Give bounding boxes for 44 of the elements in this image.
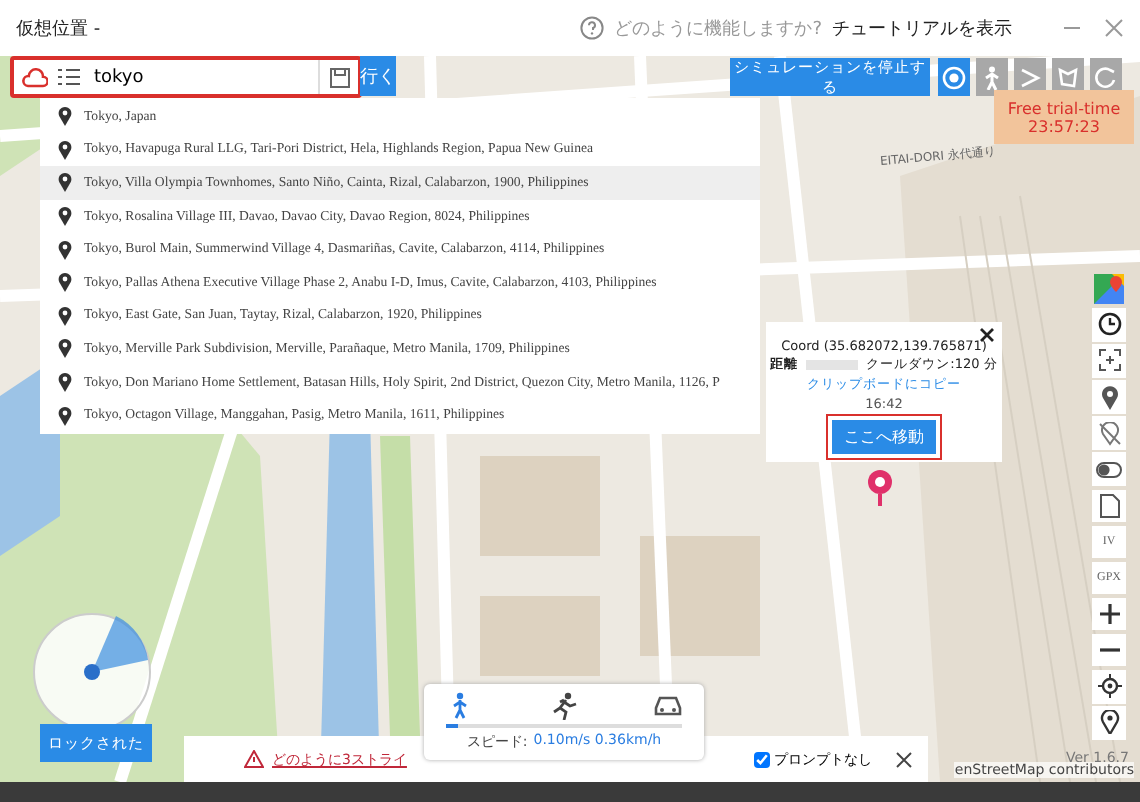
run-speed-button[interactable] (548, 690, 580, 720)
pin-icon (58, 305, 72, 326)
tutorial-link[interactable]: チュートリアルを表示 (832, 15, 1012, 41)
save-icon[interactable] (330, 67, 350, 87)
no-prompt-checkbox[interactable] (754, 751, 770, 767)
location-pin-icon (866, 468, 894, 508)
target-icon (942, 65, 966, 89)
blurred-value (806, 360, 859, 370)
teleport-mode-button[interactable] (938, 58, 970, 96)
pin-icon (58, 405, 72, 426)
walking-person-icon (980, 65, 1004, 89)
history-icon[interactable] (1092, 308, 1126, 342)
pin-off-icon[interactable] (1092, 416, 1126, 450)
trial-label: Free trial-time (1007, 99, 1121, 117)
close-icon[interactable] (980, 328, 994, 342)
close-icon[interactable] (896, 751, 912, 767)
help-question: どのように機能しますか? (614, 17, 822, 41)
pin-icon (58, 139, 72, 160)
pin-icon[interactable] (1092, 380, 1126, 414)
marker-icon[interactable] (1092, 706, 1126, 740)
go-button[interactable]: 行く (360, 56, 396, 96)
zoom-out-icon[interactable] (1092, 633, 1126, 667)
crosshair-icon[interactable] (1092, 344, 1126, 378)
trial-time: 23:57:23 (1028, 117, 1100, 135)
pin-icon (58, 272, 72, 293)
toggle-icon[interactable] (1092, 452, 1126, 486)
polygon-route-icon (1056, 65, 1080, 89)
pin-icon (58, 206, 72, 227)
pin-icon (58, 372, 72, 393)
warning-icon (244, 750, 264, 768)
search-field[interactable]: tokyo (10, 56, 362, 98)
route-icon (1018, 65, 1042, 89)
cloud-icon[interactable] (22, 67, 48, 87)
pin-icon (58, 106, 72, 127)
pin-icon (58, 239, 72, 260)
pin-icon (58, 172, 72, 193)
file-icon[interactable] (1092, 489, 1126, 523)
help-icon (580, 16, 605, 40)
pin-icon (58, 338, 72, 359)
move-here-button[interactable]: ここへ移動 (832, 420, 936, 454)
zoom-in-icon[interactable] (1092, 597, 1126, 631)
window-title: 仮想位置 - (16, 17, 101, 41)
list-icon[interactable] (58, 68, 80, 86)
locate-icon[interactable] (1092, 670, 1126, 704)
